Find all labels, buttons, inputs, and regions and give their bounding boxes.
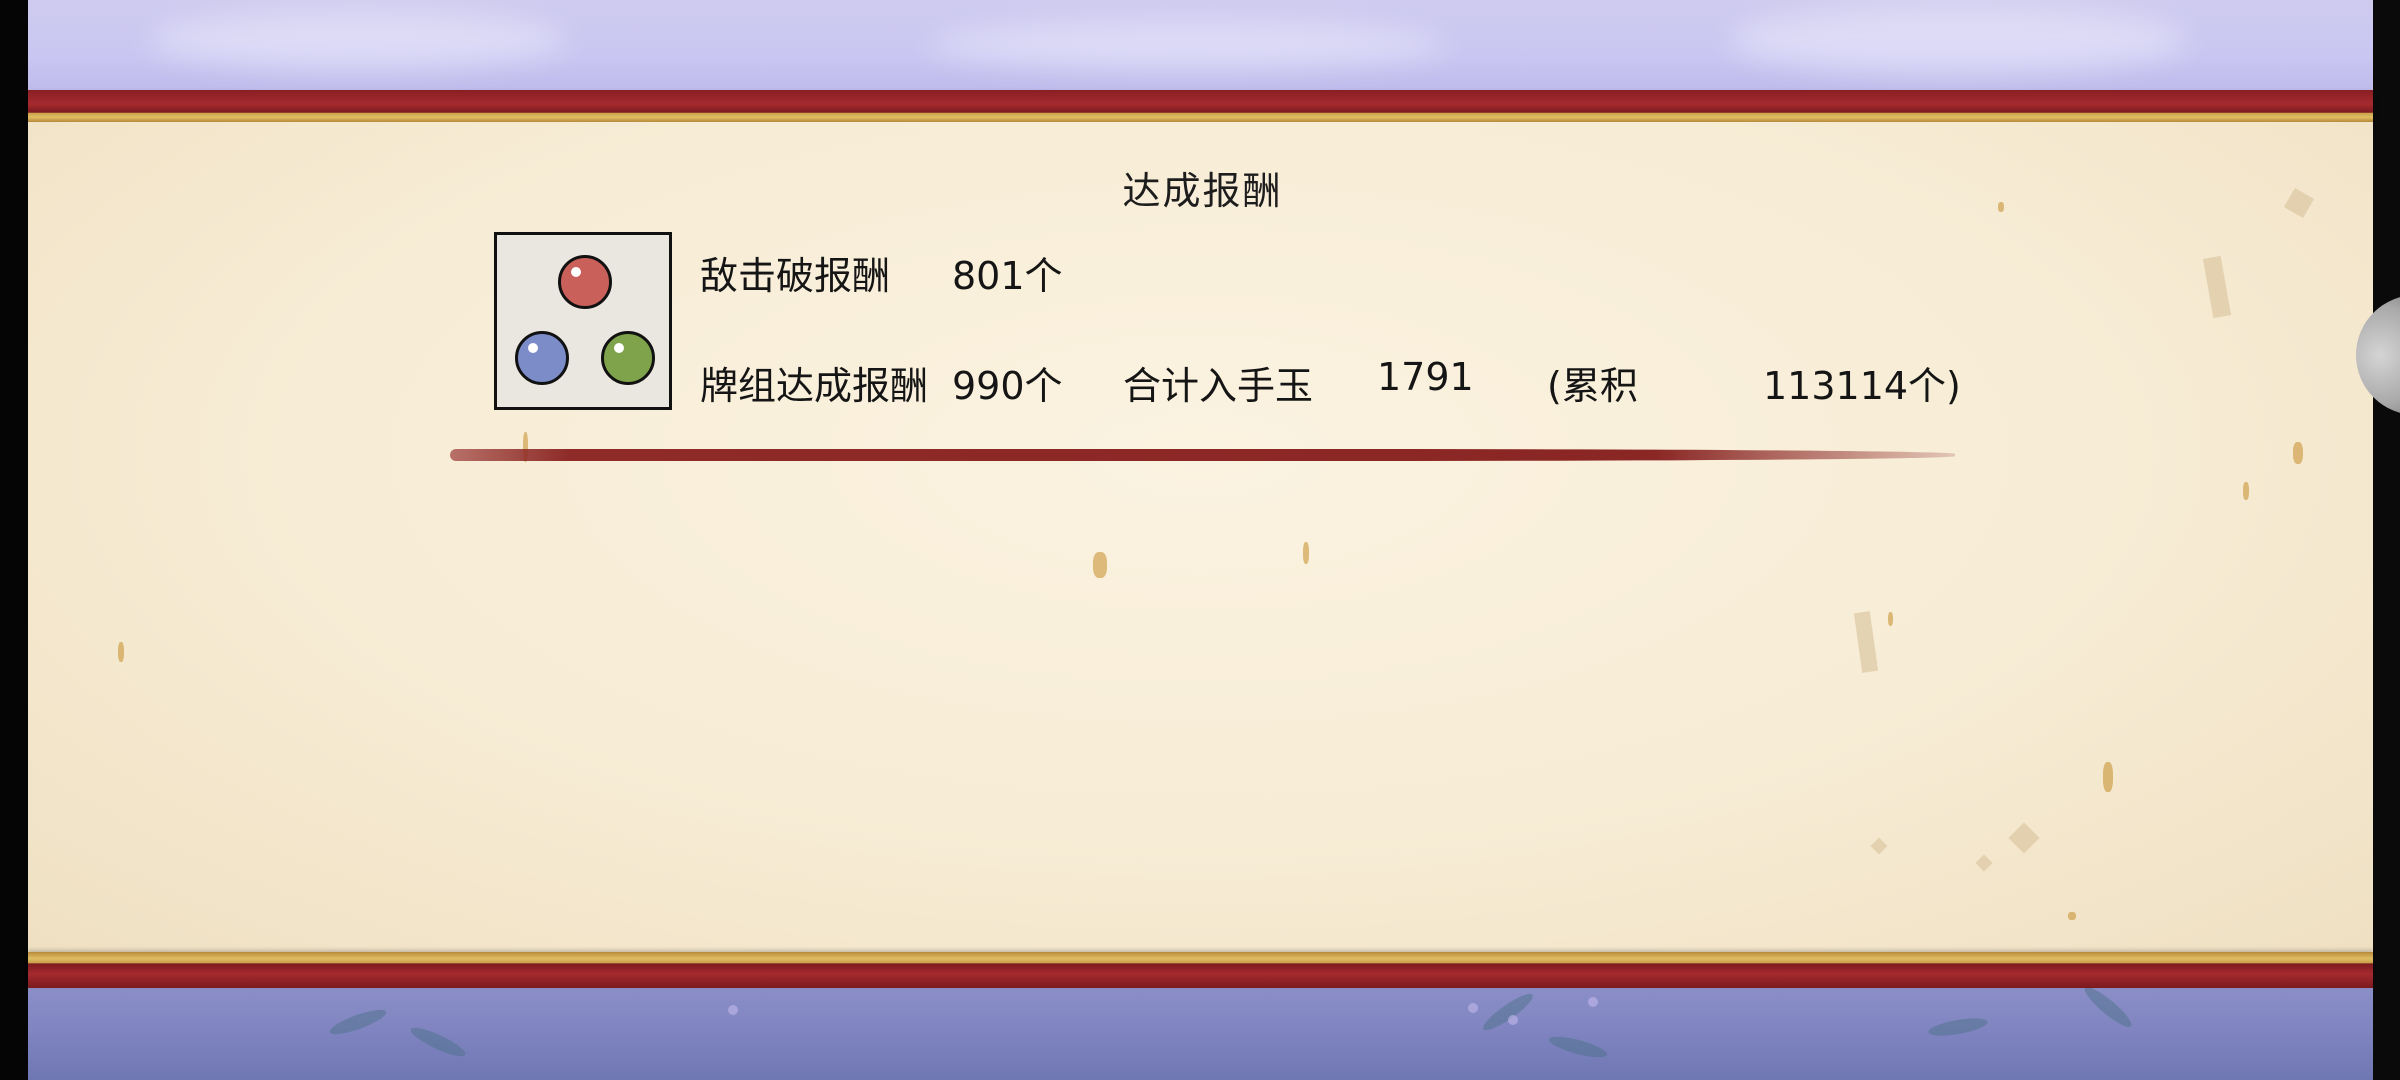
leaf bbox=[407, 1022, 469, 1062]
paper-speck bbox=[2293, 442, 2303, 464]
leaf bbox=[1479, 989, 1537, 1035]
red-orb-icon bbox=[558, 255, 612, 309]
total-value: 1791 bbox=[1377, 355, 1474, 399]
cloud bbox=[1728, 5, 2188, 75]
paper-speck bbox=[1093, 552, 1107, 578]
panel-title: 达成报酬 bbox=[1122, 169, 1283, 213]
paper-speck bbox=[118, 642, 124, 662]
blue-orb-icon bbox=[515, 331, 569, 385]
paper-speck bbox=[1303, 542, 1309, 564]
deck-reward-label: 牌组达成报酬 bbox=[700, 364, 929, 408]
cloud bbox=[928, 20, 1448, 70]
paper-speck bbox=[1998, 202, 2004, 212]
green-orb-icon bbox=[601, 331, 655, 385]
paper-speck bbox=[2068, 912, 2076, 920]
paper-flake bbox=[1853, 611, 1879, 673]
cumulative-value: 113114个) bbox=[1763, 364, 1961, 408]
leaf bbox=[1927, 1014, 1989, 1040]
enemy-defeat-label: 敌击破报酬 bbox=[700, 254, 891, 298]
paper-flake bbox=[2008, 822, 2040, 854]
paper-flake bbox=[1870, 837, 1888, 855]
total-label: 合计入手玉 bbox=[1123, 364, 1314, 408]
cloud bbox=[148, 10, 568, 70]
right-letterbox bbox=[2373, 0, 2400, 1080]
flower bbox=[1508, 1015, 1518, 1025]
three-orbs-icon bbox=[494, 232, 672, 410]
paper-speck bbox=[2243, 482, 2249, 500]
flower bbox=[728, 1005, 738, 1015]
leaf bbox=[2080, 985, 2136, 1032]
paper-flake bbox=[2202, 255, 2232, 319]
sky-background bbox=[28, 0, 2373, 95]
enemy-defeat-value: 801个 bbox=[952, 254, 1063, 298]
scroll-frame-top bbox=[28, 90, 2373, 122]
foliage-background bbox=[28, 985, 2373, 1080]
left-letterbox bbox=[0, 0, 28, 1080]
scroll-frame-bottom bbox=[28, 952, 2373, 988]
cumulative-label: (累积 bbox=[1547, 364, 1638, 408]
flower bbox=[1588, 997, 1598, 1007]
reward-panel bbox=[28, 122, 2373, 952]
deck-reward-value: 990个 bbox=[952, 364, 1063, 408]
brush-divider bbox=[450, 449, 1955, 461]
paper-flake bbox=[2283, 187, 2315, 219]
paper-speck bbox=[2103, 762, 2113, 792]
flower bbox=[1468, 1003, 1478, 1013]
paper-speck bbox=[1888, 612, 1893, 626]
leaf bbox=[1547, 1032, 1609, 1062]
paper-flake bbox=[1975, 854, 1993, 872]
leaf bbox=[327, 1005, 389, 1039]
game-screen: 达成报酬 敌击破报酬 801个 牌组达成报酬 990个 合计入手玉 1791 (… bbox=[0, 0, 2400, 1080]
